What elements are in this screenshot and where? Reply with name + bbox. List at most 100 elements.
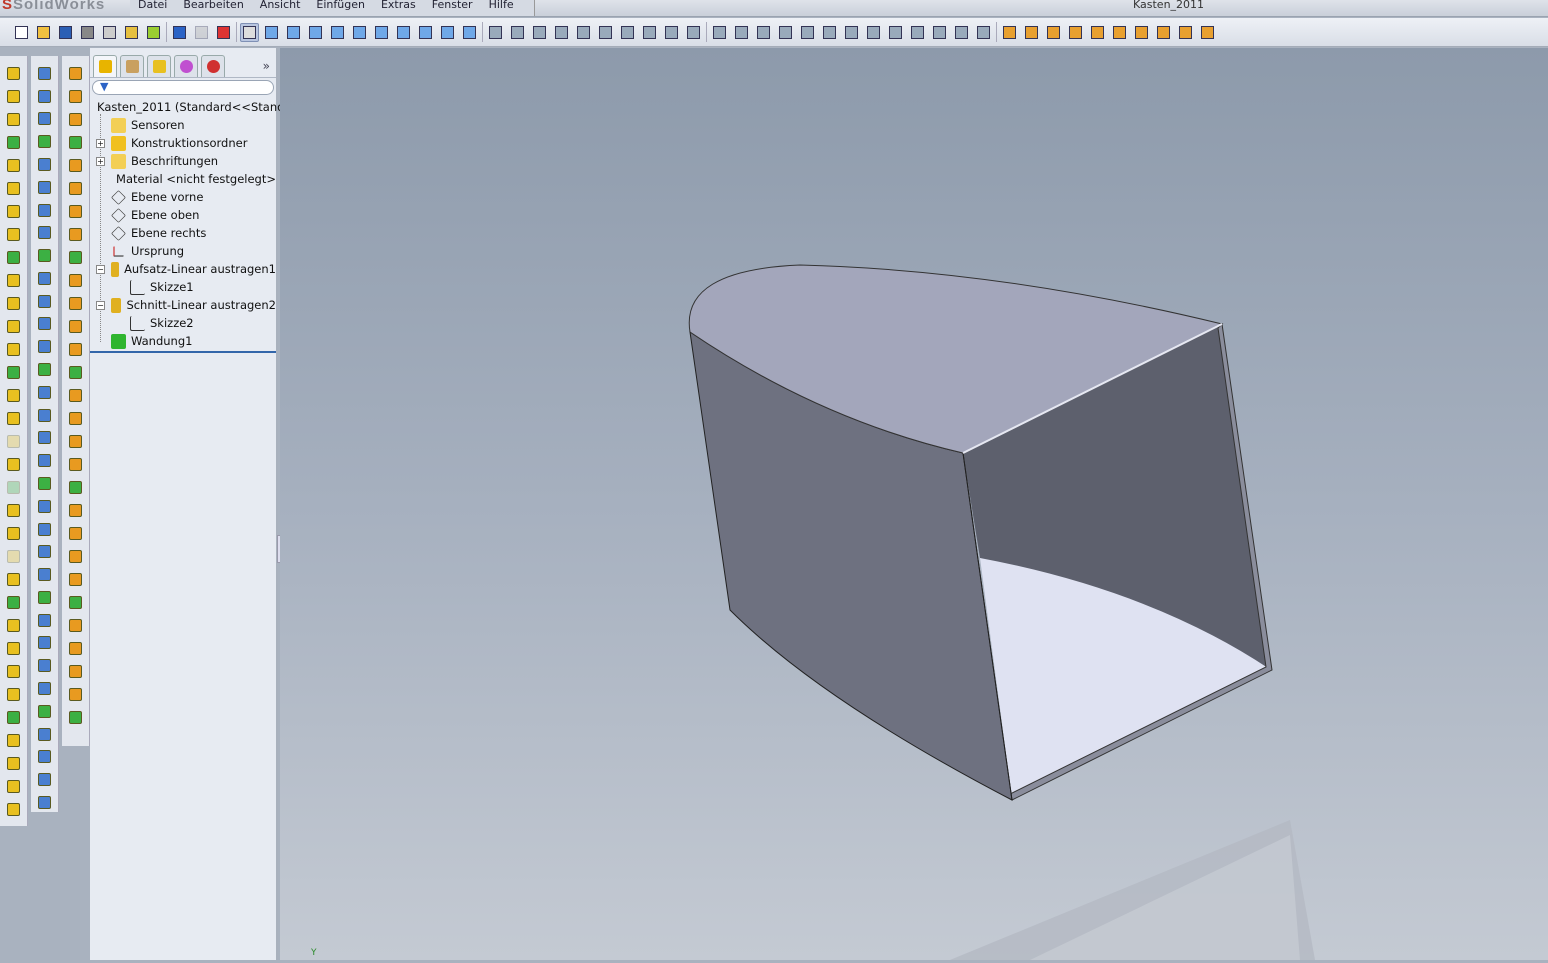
- view-left-button[interactable]: [306, 23, 325, 42]
- tree-item[interactable]: Ebene rechts: [90, 224, 276, 242]
- tool-button[interactable]: [68, 386, 84, 405]
- tool-button[interactable]: [37, 406, 53, 425]
- view-front-button[interactable]: [262, 23, 281, 42]
- tree-item[interactable]: Material <nicht festgelegt>: [90, 170, 276, 188]
- tool-button[interactable]: [6, 524, 22, 543]
- tool-button[interactable]: [68, 685, 84, 704]
- tool-button[interactable]: [37, 429, 53, 448]
- tool-button[interactable]: [37, 474, 53, 493]
- tool-button[interactable]: [37, 542, 53, 561]
- tool-button[interactable]: [6, 616, 22, 635]
- tool-button[interactable]: [37, 747, 53, 766]
- tool-button[interactable]: [37, 315, 53, 334]
- cartoon-button[interactable]: [908, 23, 927, 42]
- new-document-button[interactable]: [12, 23, 31, 42]
- hole-wizard-button[interactable]: [952, 23, 971, 42]
- tool-button[interactable]: [6, 501, 22, 520]
- sketch-button[interactable]: [710, 23, 729, 42]
- redraw-button[interactable]: [684, 23, 703, 42]
- tree-filter-input[interactable]: ▼: [92, 80, 274, 95]
- tool-button[interactable]: [68, 432, 84, 451]
- tool-button[interactable]: [6, 317, 22, 336]
- tool-button[interactable]: [68, 64, 84, 83]
- tool-button[interactable]: [6, 225, 22, 244]
- menu-ansicht[interactable]: Ansicht: [252, 0, 309, 16]
- fillet-button[interactable]: [974, 23, 993, 42]
- hidden-lines-button[interactable]: [530, 23, 549, 42]
- tool-button[interactable]: [68, 317, 84, 336]
- tool-button[interactable]: [6, 731, 22, 750]
- view-back-button[interactable]: [284, 23, 303, 42]
- expand-toggle[interactable]: +: [96, 157, 105, 166]
- menu-einfügen[interactable]: Einfügen: [308, 0, 373, 16]
- tool-button[interactable]: [6, 777, 22, 796]
- tree-item[interactable]: −Aufsatz-Linear austragen1: [90, 260, 276, 278]
- tool-button[interactable]: [68, 524, 84, 543]
- tool-button[interactable]: [6, 478, 22, 497]
- tool-button[interactable]: [6, 409, 22, 428]
- wrap-button[interactable]: [1132, 23, 1151, 42]
- tool-button[interactable]: [68, 87, 84, 106]
- rotate-button[interactable]: [640, 23, 659, 42]
- view-right-button[interactable]: [328, 23, 347, 42]
- tree-item[interactable]: Ursprung: [90, 242, 276, 260]
- tool-button[interactable]: [68, 547, 84, 566]
- rollback-bar[interactable]: [90, 351, 276, 353]
- tool-button[interactable]: [6, 202, 22, 221]
- dome-button[interactable]: [1154, 23, 1173, 42]
- tree-item[interactable]: Skizze1: [90, 278, 276, 296]
- tab-property-manager[interactable]: [120, 55, 144, 77]
- zoom-fit-button[interactable]: [596, 23, 615, 42]
- tool-button[interactable]: [37, 292, 53, 311]
- tool-button[interactable]: [37, 201, 53, 220]
- tool-button[interactable]: [37, 702, 53, 721]
- display-axis-button[interactable]: [798, 23, 817, 42]
- tree-item[interactable]: +Beschriftungen: [90, 152, 276, 170]
- tool-button[interactable]: [37, 269, 53, 288]
- tool-button[interactable]: [37, 588, 53, 607]
- menu-datei[interactable]: Datei: [130, 0, 175, 16]
- tool-button[interactable]: [37, 337, 53, 356]
- perspective-button[interactable]: [886, 23, 905, 42]
- shaded-edges-button[interactable]: [508, 23, 527, 42]
- tool-button[interactable]: [37, 725, 53, 744]
- tool-button[interactable]: [6, 340, 22, 359]
- expand-toggle[interactable]: −: [96, 265, 105, 274]
- tool-button[interactable]: [68, 156, 84, 175]
- display-plane-button[interactable]: [776, 23, 795, 42]
- tool-button[interactable]: [37, 793, 53, 812]
- rebuild-options-button[interactable]: [144, 23, 163, 42]
- tool-button[interactable]: [68, 110, 84, 129]
- tree-item[interactable]: −Schnitt-Linear austragen2: [90, 296, 276, 314]
- graphics-viewport[interactable]: [280, 48, 1548, 960]
- select-button[interactable]: [240, 23, 259, 42]
- tab-display-manager[interactable]: [201, 55, 225, 77]
- realview-button[interactable]: [842, 23, 861, 42]
- section-view-button[interactable]: [574, 23, 593, 42]
- measure-button[interactable]: [1176, 23, 1195, 42]
- tree-item[interactable]: Wandung1: [90, 332, 276, 350]
- expand-toggle[interactable]: +: [96, 139, 105, 148]
- expand-panel-button[interactable]: »: [263, 59, 270, 73]
- tool-button[interactable]: [6, 639, 22, 658]
- tool-button[interactable]: [6, 547, 22, 566]
- pattern-button[interactable]: [1110, 23, 1129, 42]
- tool-button[interactable]: [37, 360, 53, 379]
- view-bottom-button[interactable]: [372, 23, 391, 42]
- tool-button[interactable]: [37, 223, 53, 242]
- tab-configuration-manager[interactable]: [147, 55, 171, 77]
- tool-button[interactable]: [68, 271, 84, 290]
- tool-button[interactable]: [6, 156, 22, 175]
- draft-button[interactable]: [1022, 23, 1041, 42]
- tool-button[interactable]: [6, 133, 22, 152]
- tool-button[interactable]: [37, 383, 53, 402]
- view-top-button[interactable]: [350, 23, 369, 42]
- menu-extras[interactable]: Extras: [373, 0, 424, 16]
- tool-button[interactable]: [37, 634, 53, 653]
- tool-button[interactable]: [6, 754, 22, 773]
- zoom-area-button[interactable]: [662, 23, 681, 42]
- tool-button[interactable]: [6, 179, 22, 198]
- tool-button[interactable]: [68, 133, 84, 152]
- tool-button[interactable]: [68, 639, 84, 658]
- tool-button[interactable]: [37, 246, 53, 265]
